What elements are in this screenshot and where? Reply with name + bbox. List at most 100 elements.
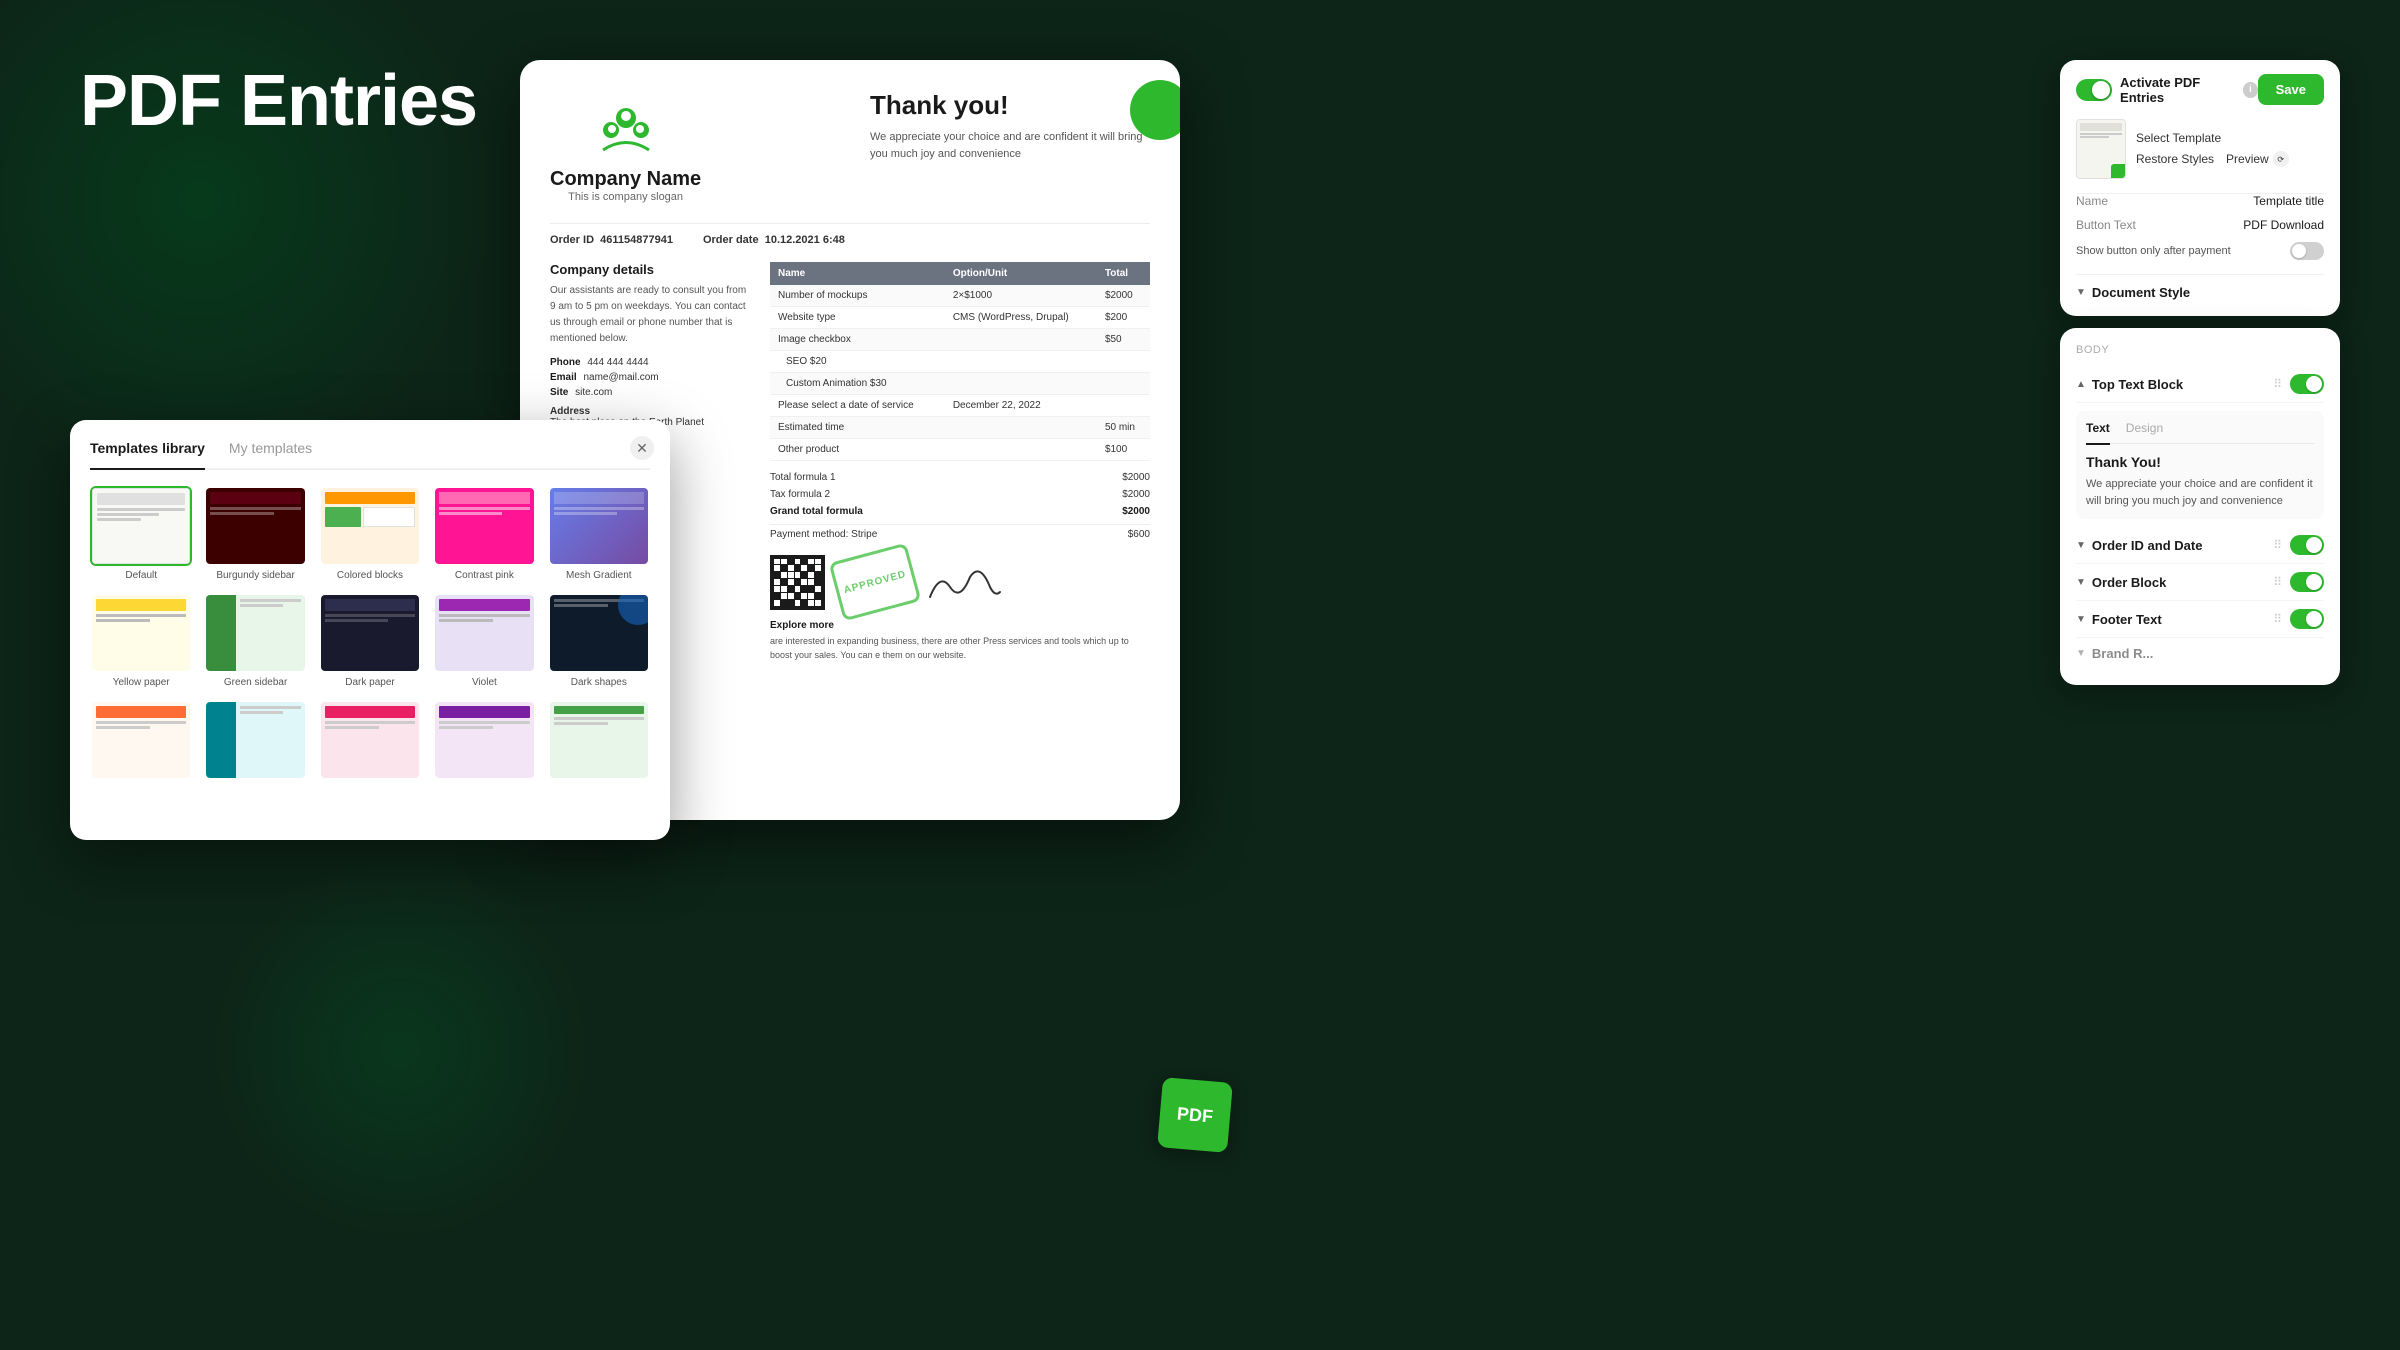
text-tab[interactable]: Text <box>2086 421 2110 445</box>
activate-toggle[interactable] <box>2076 79 2112 101</box>
brand-name: Brand R... <box>2092 646 2153 661</box>
table-row: Other product$100 <box>770 439 1150 461</box>
company-details-heading: Company details <box>550 262 750 277</box>
template-item-r3-3[interactable] <box>319 700 421 784</box>
order-id-date-row: ▼ Order ID and Date ⠿ <box>2076 527 2324 564</box>
right-panel: Activate PDF Entries i Save Select Templ… <box>2060 60 2340 685</box>
table-row: Website typeCMS (WordPress, Drupal)$200 <box>770 307 1150 329</box>
template-thumb-r3-5 <box>548 700 650 780</box>
document-style-header[interactable]: ▼ Document Style <box>2076 285 2324 300</box>
drag-handle-top-text[interactable]: ⠿ <box>2273 377 2282 391</box>
template-name-mesh: Mesh Gradient <box>548 570 650 581</box>
template-item-burgundy[interactable]: Burgundy sidebar <box>204 486 306 581</box>
design-tab[interactable]: Design <box>2126 421 2163 437</box>
template-item-r3-1[interactable] <box>90 700 192 784</box>
template-item-contrast-pink[interactable]: Contrast pink <box>433 486 535 581</box>
order-date-label: Order date <box>703 234 759 246</box>
template-item-green-sidebar[interactable]: Green sidebar <box>204 593 306 688</box>
template-item-r3-4[interactable] <box>433 700 535 784</box>
info-icon[interactable]: i <box>2243 82 2257 98</box>
payment-row: Payment method: Stripe$600 <box>770 524 1150 544</box>
template-item-mesh[interactable]: Mesh Gradient <box>548 486 650 581</box>
template-name-colored: Colored blocks <box>319 570 421 581</box>
brand-left: ▼ Brand R... <box>2076 646 2153 661</box>
template-actions: Select Template Restore Styles Preview ⟳ <box>2136 131 2289 167</box>
button-text-value: PDF Download <box>2166 218 2324 232</box>
template-thumb-colored <box>319 486 421 566</box>
qr-section: APPROVED <box>770 552 1150 612</box>
tab-my-templates[interactable]: My templates <box>229 440 312 460</box>
button-text-label: Button Text <box>2076 218 2166 232</box>
order-date-value: 10.12.2021 6:48 <box>765 234 845 246</box>
order-block-toggle[interactable] <box>2290 572 2324 592</box>
restore-styles-button[interactable]: Restore Styles <box>2136 152 2214 166</box>
order-id-date-left: ▼ Order ID and Date <box>2076 538 2202 553</box>
company-logo-icon <box>591 90 661 160</box>
template-item-default[interactable]: Default <box>90 486 192 581</box>
table-row: Estimated time50 min <box>770 417 1150 439</box>
drag-handle-order-block[interactable]: ⠿ <box>2273 575 2282 589</box>
activate-toggle-knob <box>2092 81 2110 99</box>
address-label: Address <box>550 406 750 417</box>
text-block-expanded: Text Design Thank You! We appreciate you… <box>2076 411 2324 519</box>
template-name-contrast-pink: Contrast pink <box>433 570 535 581</box>
template-item-dark[interactable]: Dark paper <box>319 593 421 688</box>
template-thumb-r3-2 <box>204 700 306 780</box>
modal-close-button[interactable]: ✕ <box>630 436 654 460</box>
company-details-text: Our assistants are ready to consult you … <box>550 283 750 347</box>
template-name-default: Default <box>90 570 192 581</box>
email-value: name@mail.com <box>583 372 658 383</box>
activate-left: Activate PDF Entries i <box>2076 75 2258 105</box>
drag-handle-order-id[interactable]: ⠿ <box>2273 538 2282 552</box>
template-thumb-r3-1 <box>90 700 192 780</box>
site-value: site.com <box>575 387 612 398</box>
company-name: Company Name <box>550 168 701 191</box>
template-name-green: Green sidebar <box>204 677 306 688</box>
top-text-block-left: ▲ Top Text Block <box>2076 377 2183 392</box>
col-option-header: Option/Unit <box>945 262 1097 285</box>
show-button-toggle[interactable] <box>2290 242 2324 260</box>
document-style-chevron: ▼ <box>2076 287 2086 298</box>
top-text-block-name: Top Text Block <box>2092 377 2183 392</box>
template-item-colored[interactable]: Colored blocks <box>319 486 421 581</box>
top-text-block-toggle[interactable] <box>2290 374 2324 394</box>
template-thumb-r3-3 <box>319 700 421 780</box>
template-thumb-dark <box>319 593 421 673</box>
order-id-date-toggle[interactable] <box>2290 535 2324 555</box>
save-button[interactable]: Save <box>2258 74 2324 105</box>
preview-button[interactable]: Preview ⟳ <box>2226 151 2289 167</box>
body-panel-card: Body ▲ Top Text Block ⠿ Text Design Than… <box>2060 328 2340 685</box>
pdf-badge-text: PDF <box>1176 1103 1214 1127</box>
show-button-field-row: Show button only after payment <box>2076 242 2324 260</box>
pdf-floating-badge: PDF <box>1157 1077 1233 1153</box>
order-id-date-name: Order ID and Date <box>2092 538 2203 553</box>
footer-text-toggle[interactable] <box>2290 609 2324 629</box>
explore-more-text: are interested in expanding business, th… <box>770 635 1150 662</box>
pdf-header: Company Name This is company slogan Than… <box>550 90 1150 203</box>
pdf-logo-area: Company Name This is company slogan <box>550 90 701 203</box>
brand-chevron: ▼ <box>2076 648 2086 659</box>
select-template-button[interactable]: Select Template <box>2136 131 2289 145</box>
drag-handle-footer[interactable]: ⠿ <box>2273 612 2282 626</box>
order-id-date-chevron: ▼ <box>2076 540 2086 551</box>
template-name-violet: Violet <box>433 677 535 688</box>
document-style-section: ▼ Document Style <box>2060 275 2340 316</box>
preview-label: Preview <box>2226 152 2269 166</box>
approved-stamp: APPROVED <box>829 543 922 622</box>
order-block-chevron: ▼ <box>2076 577 2086 588</box>
order-block-row: ▼ Order Block ⠿ <box>2076 564 2324 601</box>
top-text-block-toggle-knob <box>2306 376 2322 392</box>
template-item-r3-5[interactable] <box>548 700 650 784</box>
company-details-section: Company details Our assistants are ready… <box>550 262 750 428</box>
template-item-yellow[interactable]: Yellow paper <box>90 593 192 688</box>
col-total-header: Total <box>1097 262 1150 285</box>
thank-you-text: We appreciate your choice and are confid… <box>870 129 1150 162</box>
template-item-r3-2[interactable] <box>204 700 306 784</box>
template-item-violet[interactable]: Violet <box>433 593 535 688</box>
table-row: SEO $20 <box>770 351 1150 373</box>
order-block-name: Order Block <box>2092 575 2166 590</box>
tab-templates-library[interactable]: Templates library <box>90 440 205 470</box>
template-item-dark-shapes[interactable]: Dark shapes <box>548 593 650 688</box>
top-text-block-chevron: ▲ <box>2076 379 2086 390</box>
table-row: Custom Animation $30 <box>770 373 1150 395</box>
